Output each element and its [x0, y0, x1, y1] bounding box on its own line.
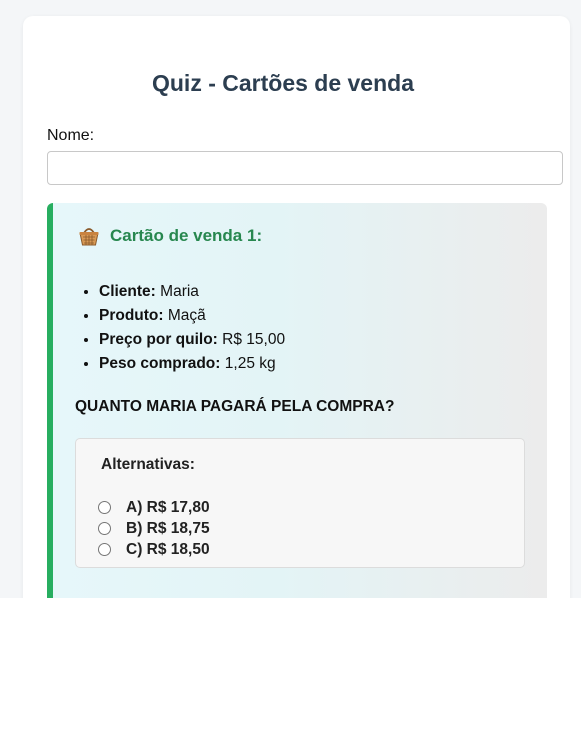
card-title: Cartão de venda 1:: [110, 226, 263, 245]
name-label: Nome:: [47, 127, 95, 144]
question-text: QUANTO MARIA PAGARÁ PELA COMPRA?: [75, 398, 395, 415]
radio-button[interactable]: [98, 522, 111, 535]
detail-label: Produto:: [99, 307, 164, 324]
alternative-label: B) R$ 18,75: [126, 519, 210, 537]
sale-details-list: Cliente: Maria Produto: Maçã Preço por q…: [77, 280, 285, 376]
detail-value: Maçã: [167, 307, 206, 324]
detail-label: Cliente:: [99, 283, 156, 300]
alternatives-list: A) R$ 17,80 B) R$ 18,75 C) R$ 18,50: [98, 497, 210, 560]
detail-label: Peso comprado:: [99, 355, 221, 372]
detail-value: Maria: [160, 283, 199, 300]
alternatives-box: Alternativas: A) R$ 17,80 B) R$ 18,75 C)…: [75, 438, 525, 568]
alternative-a[interactable]: A) R$ 17,80: [98, 497, 210, 518]
basket-icon: [79, 228, 99, 246]
alternative-c[interactable]: C) R$ 18,50: [98, 539, 210, 560]
detail-client: Cliente: Maria: [99, 280, 285, 304]
detail-weight: Peso comprado: 1,25 kg: [99, 352, 285, 376]
page-title: Quiz - Cartões de venda: [151, 70, 414, 96]
radio-button[interactable]: [98, 543, 111, 556]
card-header: Cartão de venda 1:: [77, 224, 262, 248]
alternatives-title: Alternativas:: [101, 456, 195, 473]
name-input[interactable]: [47, 151, 563, 185]
alternative-b[interactable]: B) R$ 18,75: [98, 518, 210, 539]
sale-card-1: Cartão de venda 1: Cliente: Maria Produt…: [47, 203, 547, 598]
alternative-label: C) R$ 18,50: [126, 540, 210, 558]
detail-product: Produto: Maçã: [99, 304, 285, 328]
detail-value: R$ 15,00: [222, 331, 286, 348]
detail-price-per-kilo: Preço por quilo: R$ 15,00: [99, 328, 285, 352]
detail-value: 1,25 kg: [224, 355, 276, 372]
radio-button[interactable]: [98, 501, 111, 514]
page-viewport: Quiz - Cartões de venda Nome: Cartão de …: [0, 0, 581, 598]
alternative-label: A) R$ 17,80: [126, 498, 210, 516]
detail-label: Preço por quilo:: [99, 331, 218, 348]
